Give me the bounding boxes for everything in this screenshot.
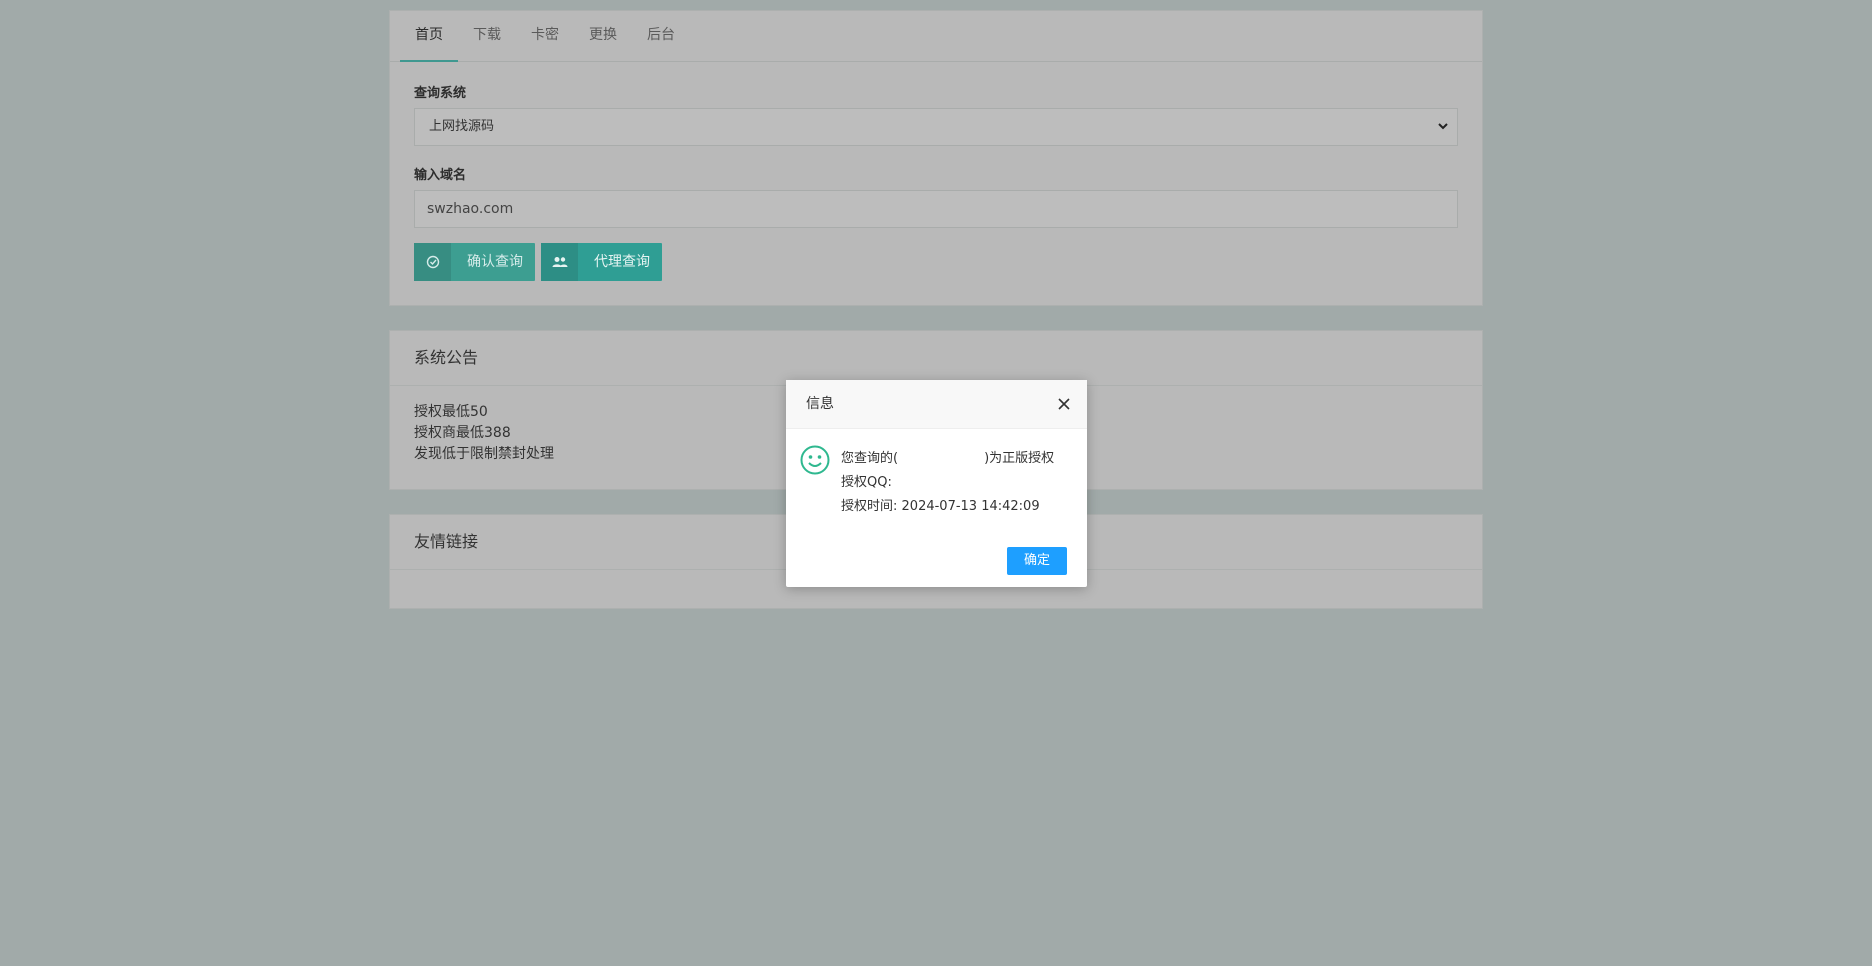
redacted-domain: [898, 451, 985, 466]
smile-icon: [800, 445, 830, 475]
query-form: 查询系统 上网找源码 输入域名 swzhao.com 确认查询 代理查询: [390, 62, 1482, 305]
dialog-header: 信息: [786, 380, 1087, 429]
query-card: 首页 下载 卡密 更换 后台 查询系统 上网找源码 输入域名 swzhao.co…: [389, 10, 1483, 306]
tab-replace[interactable]: 更换: [574, 11, 632, 61]
button-row: 确认查询 代理查询: [414, 243, 1458, 281]
nav-tabs: 首页 下载 卡密 更换 后台: [390, 11, 1482, 62]
system-label: 查询系统: [414, 86, 467, 101]
dialog-line-1-suffix: )为正版授权: [984, 451, 1055, 466]
tab-admin[interactable]: 后台: [632, 11, 690, 61]
auth-time-label: 授权时间:: [841, 499, 898, 514]
users-icon: [541, 243, 578, 281]
domain-label: 输入域名: [414, 168, 467, 183]
info-dialog: 信息 您查询的()为正版授权 授权QQ: 授权时间: 2024-07-13 14: [786, 380, 1087, 587]
system-select-value: 上网找源码: [429, 119, 495, 134]
tab-download[interactable]: 下载: [458, 11, 516, 61]
dialog-body: 您查询的( )为正版授权 授权QQ: 授权时间: 2024-07-13 14:42…: [786, 429, 1087, 519]
tab-card-key[interactable]: 卡密: [516, 11, 574, 61]
notice-title: 系统公告: [390, 331, 1482, 386]
dialog-line-3: 授权时间: 2024-07-13 14:42:09: [841, 495, 1071, 519]
auth-time-value: 2024-07-13 14:42:09: [901, 499, 1040, 514]
ok-button[interactable]: 确定: [1007, 547, 1067, 575]
dialog-line-1: 您查询的( )为正版授权: [841, 447, 1071, 471]
dialog-line-2: 授权QQ:: [841, 475, 892, 490]
system-select[interactable]: 上网找源码: [414, 108, 1458, 146]
dialog-line-1-prefix: 您查询的(: [841, 451, 899, 466]
agent-query-button[interactable]: 代理查询: [541, 243, 662, 281]
check-circle-icon: [414, 243, 451, 281]
domain-input[interactable]: swzhao.com: [414, 190, 1458, 228]
confirm-query-button[interactable]: 确认查询: [414, 243, 535, 281]
dialog-title: 信息: [806, 396, 834, 412]
confirm-query-label: 确认查询: [467, 254, 523, 270]
agent-query-label: 代理查询: [594, 254, 650, 270]
page: 首页 下载 卡密 更换 后台 查询系统 上网找源码 输入域名 swzhao.co…: [0, 0, 1872, 966]
chevron-down-icon: [1437, 109, 1449, 159]
tab-home[interactable]: 首页: [400, 11, 458, 62]
